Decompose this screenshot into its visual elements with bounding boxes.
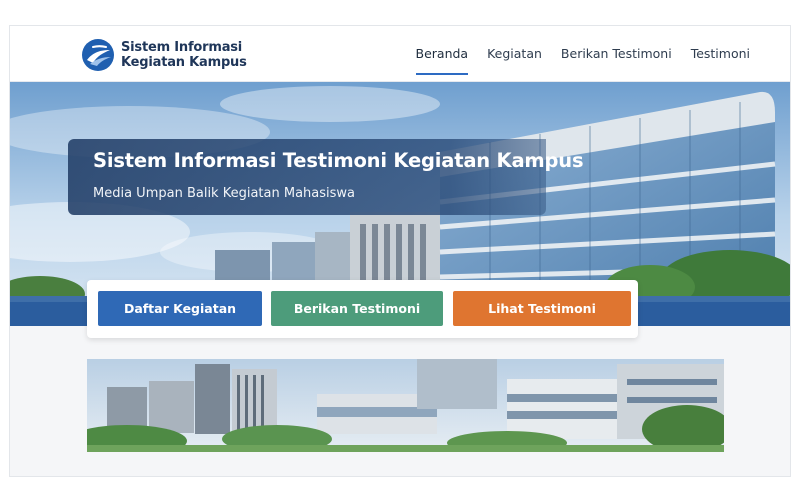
brand[interactable]: Sistem Informasi Kegiatan Kampus — [81, 35, 247, 75]
nav-berikan-testimoni[interactable]: Berikan Testimoni — [561, 26, 672, 82]
top-navbar: Sistem Informasi Kegiatan Kampus Beranda… — [10, 26, 790, 82]
campus-swoosh-icon — [82, 39, 114, 71]
daftar-kegiatan-button[interactable]: Daftar Kegiatan — [98, 291, 262, 326]
browser-viewport: Sistem Informasi Kegiatan Kampus Beranda… — [9, 25, 791, 477]
lihat-testimoni-button[interactable]: Lihat Testimoni — [453, 291, 631, 326]
hero-subtitle: Media Umpan Balik Kegiatan Mahasiswa — [93, 186, 355, 201]
page: Sistem Informasi Kegiatan Kampus Beranda… — [0, 0, 798, 477]
hero-caption-box: Sistem Informasi Testimoni Kegiatan Kamp… — [68, 139, 584, 215]
nav-beranda[interactable]: Beranda — [415, 26, 468, 82]
nav-testimoni[interactable]: Testimoni — [691, 26, 750, 82]
campus-banner-image — [87, 359, 724, 452]
brand-line-2: Kegiatan Kampus — [121, 55, 247, 70]
main-nav: Beranda Kegiatan Berikan Testimoni Testi… — [415, 26, 750, 82]
action-panel: Daftar Kegiatan Berikan Testimoni Lihat … — [87, 280, 638, 338]
hero-title: Sistem Informasi Testimoni Kegiatan Kamp… — [93, 149, 584, 172]
brand-line-1: Sistem Informasi — [121, 40, 243, 55]
nav-kegiatan[interactable]: Kegiatan — [487, 26, 542, 82]
berikan-testimoni-button[interactable]: Berikan Testimoni — [271, 291, 443, 326]
